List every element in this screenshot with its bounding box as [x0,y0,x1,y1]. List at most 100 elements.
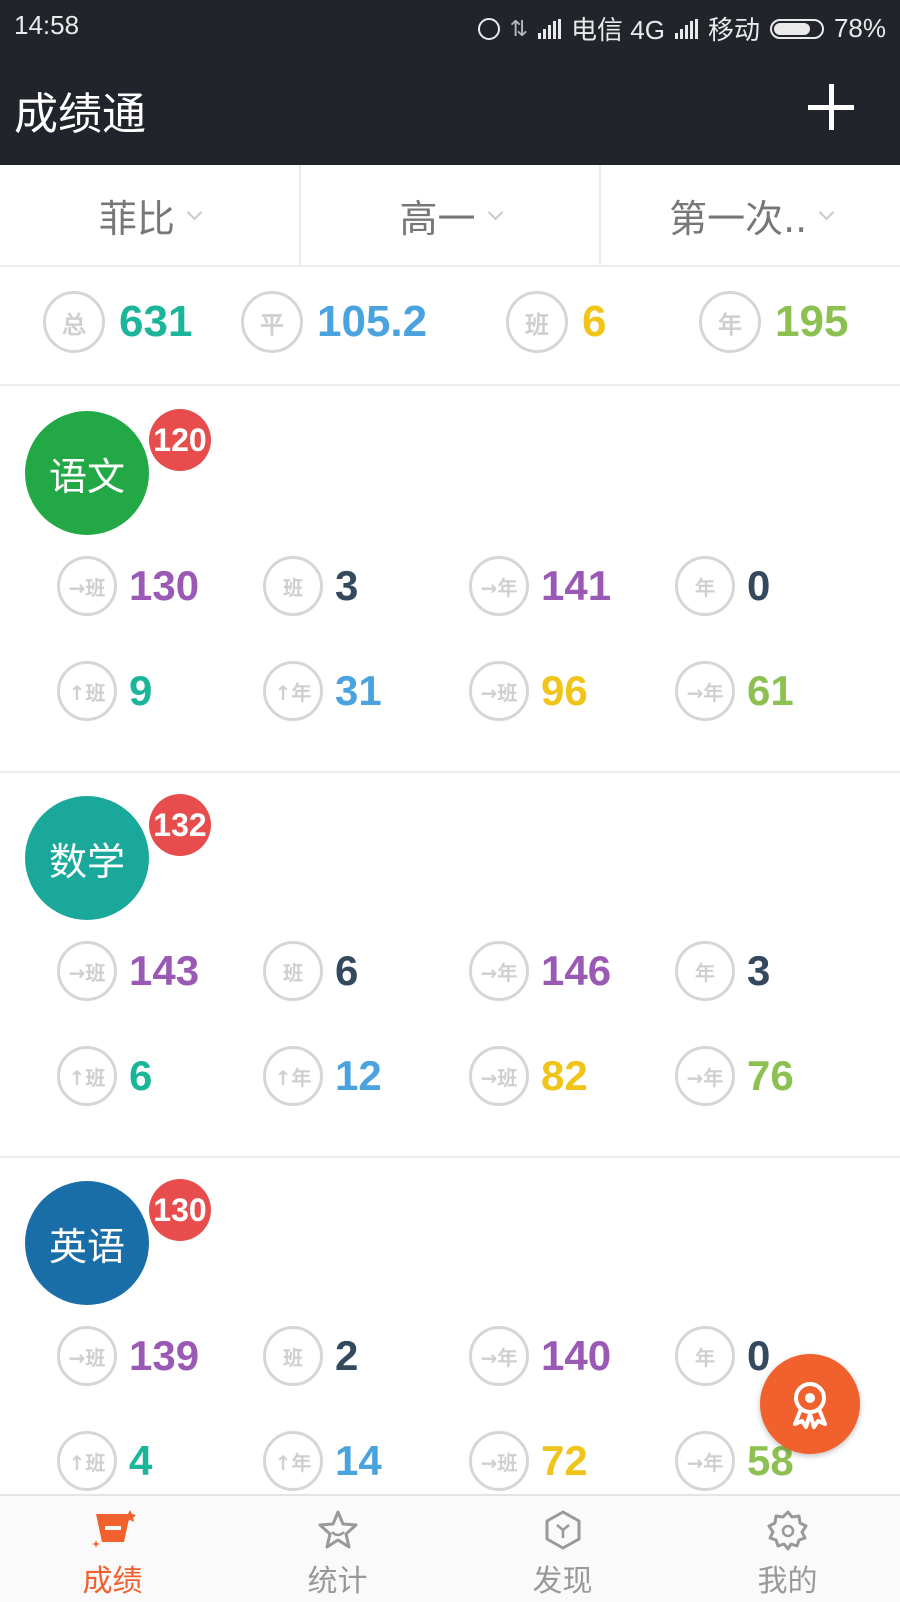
carrier-2: 移动 [707,15,760,45]
stat-cell: ↑年 31 [263,661,382,721]
stat-badge-icon: ↑班 [57,1431,117,1491]
discover-icon [545,1510,580,1550]
stat-badge-icon: →年 [675,1046,735,1106]
stat-cell: 年0 [675,1326,770,1386]
stat-badge-icon: 班 [263,1326,323,1386]
stat-cell: →年 140 [469,1326,611,1386]
stat-badge-icon: ↑年 [263,1046,323,1106]
award-button[interactable] [760,1354,860,1454]
stat-value: 130 [129,562,200,609]
filter-grade-label: 高一 [399,196,476,241]
stat-badge-icon: 年 [675,1326,735,1386]
summary-average: 平 105.2 [241,291,427,353]
stat-cell: 班2 [263,1326,358,1386]
stat-value: 141 [541,562,612,609]
stat-value: 6 [129,1052,153,1099]
stat-value: 0 [747,1332,771,1379]
summary-total: 总 631 [43,291,192,353]
grade-icon [91,1510,136,1548]
nav-label-grades: 成绩 [82,1564,143,1599]
app-title: 成绩通 [14,89,146,140]
stat-value: 12 [335,1052,382,1099]
plus-icon[interactable] [808,84,854,130]
data-transfer-icon: ⇅ [509,15,529,41]
settings-icon [767,1510,807,1551]
subject-name: 语文 [25,411,149,535]
subject-score-badge: 132 [149,794,211,856]
average-icon: 平 [241,291,303,353]
subject-card[interactable]: 语文 120 →班 130 班 3 →年 141 年 0 ↑班 9 ↑年 31 →班 96 →年 61 [0,386,900,773]
stat-cell: →年 146 [469,941,611,1001]
filter-student[interactable]: 菲比 [0,165,301,265]
carrier-1: 电信 4G [571,15,665,45]
stat-badge-icon: →年 [469,941,529,1001]
stat-badge-icon: →年 [675,1431,735,1491]
status-indicators: ⇅ 电信 4G 移动 78% [477,10,886,47]
stat-cell: 班3 [263,556,358,616]
filter-exam[interactable]: 第一次.. [601,165,900,265]
status-bar: 14:58 ⇅ 电信 4G 移动 78% [0,0,900,50]
nav-item-discover[interactable]: 发现 [450,1496,675,1602]
award-icon [793,1382,827,1429]
stat-cell: →班 82 [469,1046,588,1106]
stat-badge-icon: 年 [675,556,735,616]
summary-total-value: 631 [119,297,193,346]
status-time: 14:58 [14,10,80,40]
chevron-down-icon [186,204,203,220]
stat-value: 14 [335,1437,382,1484]
stat-value: 6 [335,947,359,994]
stat-cell: 年0 [675,556,770,616]
stat-value: 3 [335,562,359,609]
stat-badge-icon: →班 [469,1431,529,1491]
signal-icon [538,18,562,39]
stat-badge-icon: →年 [675,661,735,721]
filter-grade[interactable]: 高一 [301,165,602,265]
stat-badge-icon: →班 [57,941,117,1001]
nav-label-mine: 我的 [757,1564,818,1599]
stat-cell: →班 139 [57,1326,199,1386]
filter-student-label: 菲比 [98,196,175,241]
nav-item-grades[interactable]: 成绩 [0,1496,225,1602]
subject-score-badge: 130 [149,1179,211,1241]
stat-cell: ↑年 12 [263,1046,382,1106]
stat-value: 143 [129,947,200,994]
stat-value: 146 [541,947,612,994]
stat-value: 140 [541,1332,612,1379]
stat-value: 0 [747,562,771,609]
stat-badge-icon: 年 [675,941,735,1001]
stat-badge-icon: 班 [263,556,323,616]
summary-class-rank: 班 6 [506,291,606,353]
chevron-down-icon [818,204,835,220]
stat-cell: →班 130 [57,556,199,616]
subject-name: 数学 [25,796,149,920]
stat-badge-icon: ↑班 [57,1046,117,1106]
stat-value: 96 [541,667,588,714]
app-bar: 成绩通 [0,50,900,165]
nav-label-discover: 发现 [532,1564,593,1599]
stat-badge-icon: →班 [57,1326,117,1386]
alarm-icon [477,17,500,40]
stat-value: 3 [747,947,771,994]
battery-percent: 78% [833,13,886,43]
stat-value: 72 [541,1437,588,1484]
stat-cell: →班 72 [469,1431,588,1491]
stat-value: 82 [541,1052,588,1099]
subject-card[interactable]: 数学 132 →班 143 班 6 →年 146 年 3 ↑班 6 ↑年 12 →班 82 →年 76 [0,771,900,1158]
stat-badge-icon: →班 [57,556,117,616]
stat-badge-icon: →年 [469,1326,529,1386]
subject-name: 英语 [25,1181,149,1305]
stat-badge-icon: ↑班 [57,661,117,721]
stat-value: 4 [129,1437,153,1484]
stat-cell: →年 61 [675,661,794,721]
summary-grade-rank: 年 195 [699,291,848,353]
stat-badge-icon: ↑年 [263,661,323,721]
nav-item-mine[interactable]: 我的 [675,1496,900,1602]
nav-item-stats[interactable]: 统计 [225,1496,450,1602]
stat-cell: ↑年 14 [263,1431,382,1491]
stat-badge-icon: ↑年 [263,1431,323,1491]
total-icon: 总 [43,291,105,353]
chevron-down-icon [487,204,503,220]
subject-card[interactable]: 英语 130 →班 139 班 2 →年 140 年 0 ↑班 4 ↑年 14 →班 72 →年 58 [0,1156,900,1543]
stat-value: 76 [747,1052,794,1099]
stat-cell: ↑班 9 [57,661,152,721]
